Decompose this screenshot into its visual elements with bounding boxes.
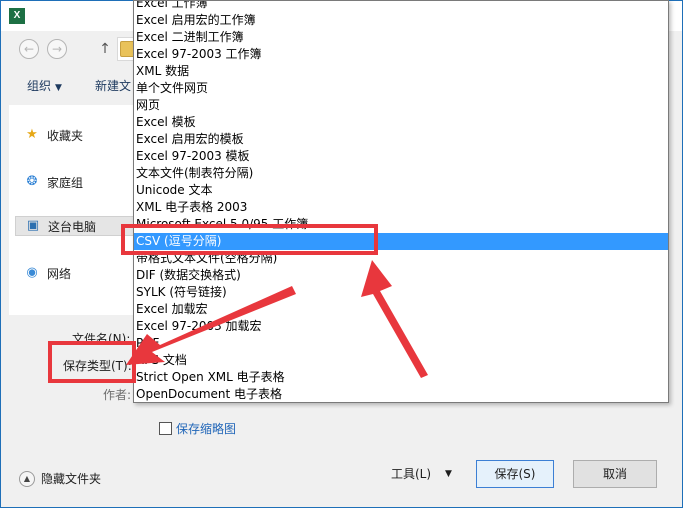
chevron-down-icon[interactable]: ▼: [445, 464, 452, 484]
organize-button[interactable]: 组织 ▼: [27, 77, 62, 94]
chevron-up-icon: ▲: [19, 470, 35, 487]
sidebar-item-homegroup[interactable]: ❂ 家庭组: [23, 172, 83, 192]
up-arrow-icon[interactable]: ↑: [97, 39, 113, 59]
save-type-dropdown-list[interactable]: Excel 工作簿 Excel 启用宏的工作簿 Excel 二进制工作簿 Excel …: [133, 0, 669, 403]
dropdown-option[interactable]: 网页: [134, 97, 668, 114]
dropdown-option[interactable]: XML 电子表格 2003: [134, 199, 668, 216]
dropdown-option[interactable]: 文本文件(制表符分隔): [134, 165, 668, 182]
dropdown-option[interactable]: DIF (数据交换格式): [134, 267, 668, 284]
dropdown-option[interactable]: PDF: [134, 335, 668, 352]
dropdown-option[interactable]: Excel 加载宏: [134, 301, 668, 318]
sidebar-item-label: 网络: [47, 266, 72, 281]
tools-menu[interactable]: 工具(L): [391, 464, 431, 484]
dropdown-option[interactable]: Excel 二进制工作簿: [134, 29, 668, 46]
dropdown-option[interactable]: Strict Open XML 电子表格: [134, 369, 668, 386]
forward-arrow-icon[interactable]: →: [47, 39, 67, 59]
sidebar-item-label: 收藏夹: [47, 128, 84, 143]
network-icon: ◉: [26, 265, 38, 280]
author-label: 作者:: [103, 388, 132, 402]
dropdown-option[interactable]: Excel 启用宏的模板: [134, 131, 668, 148]
sidebar-item-favorites[interactable]: ★ 收藏夹: [23, 125, 83, 145]
dropdown-option[interactable]: XML 数据: [134, 63, 668, 80]
sidebar-item-label: 这台电脑: [48, 219, 97, 234]
star-icon: ★: [26, 127, 38, 142]
chevron-down-icon: ▼: [55, 83, 62, 93]
dropdown-option[interactable]: Excel 97-2003 模板: [134, 148, 668, 165]
cancel-button[interactable]: 取消: [573, 460, 657, 488]
homegroup-icon: ❂: [26, 174, 38, 189]
dropdown-option[interactable]: XPS 文档: [134, 352, 668, 369]
computer-icon: ▣: [26, 218, 40, 233]
sidebar-item-label: 家庭组: [47, 175, 84, 190]
sidebar-item-network[interactable]: ◉ 网络: [23, 263, 71, 283]
dropdown-option[interactable]: Excel 97-2003 工作簿: [134, 46, 668, 63]
new-folder-button[interactable]: 新建文: [95, 77, 131, 94]
dropdown-option[interactable]: OpenDocument 电子表格: [134, 386, 668, 402]
save-button[interactable]: 保存(S): [476, 460, 554, 488]
navigation-pane: ★ 收藏夹 ❂ 家庭组 ▣ 这台电脑 ◉ 网络: [9, 105, 143, 315]
navigation-bar: ← → ↑: [9, 35, 147, 63]
hide-folders-toggle[interactable]: ▲ 隐藏文件夹: [19, 470, 101, 487]
dropdown-option[interactable]: 单个文件网页: [134, 80, 668, 97]
annotation-box-savetype: [48, 341, 136, 383]
annotation-box-csv: [121, 224, 378, 255]
organize-label: 组织: [27, 79, 52, 93]
save-thumbnail-checkbox[interactable]: [159, 421, 172, 435]
hide-folders-label: 隐藏文件夹: [41, 472, 102, 486]
dropdown-option[interactable]: Excel 模板: [134, 114, 668, 131]
dropdown-option[interactable]: Excel 启用宏的工作簿: [134, 12, 668, 29]
dropdown-option[interactable]: Unicode 文本: [134, 182, 668, 199]
save-thumbnail-row[interactable]: 保存缩略图: [159, 420, 236, 436]
save-thumbnail-label: 保存缩略图: [176, 421, 237, 436]
dropdown-option[interactable]: SYLK (符号链接): [134, 284, 668, 301]
excel-app-icon: X: [9, 8, 25, 24]
back-arrow-icon[interactable]: ←: [19, 39, 39, 59]
dropdown-option[interactable]: Excel 97-2003 加载宏: [134, 318, 668, 335]
dropdown-option[interactable]: Excel 工作簿: [134, 1, 668, 12]
